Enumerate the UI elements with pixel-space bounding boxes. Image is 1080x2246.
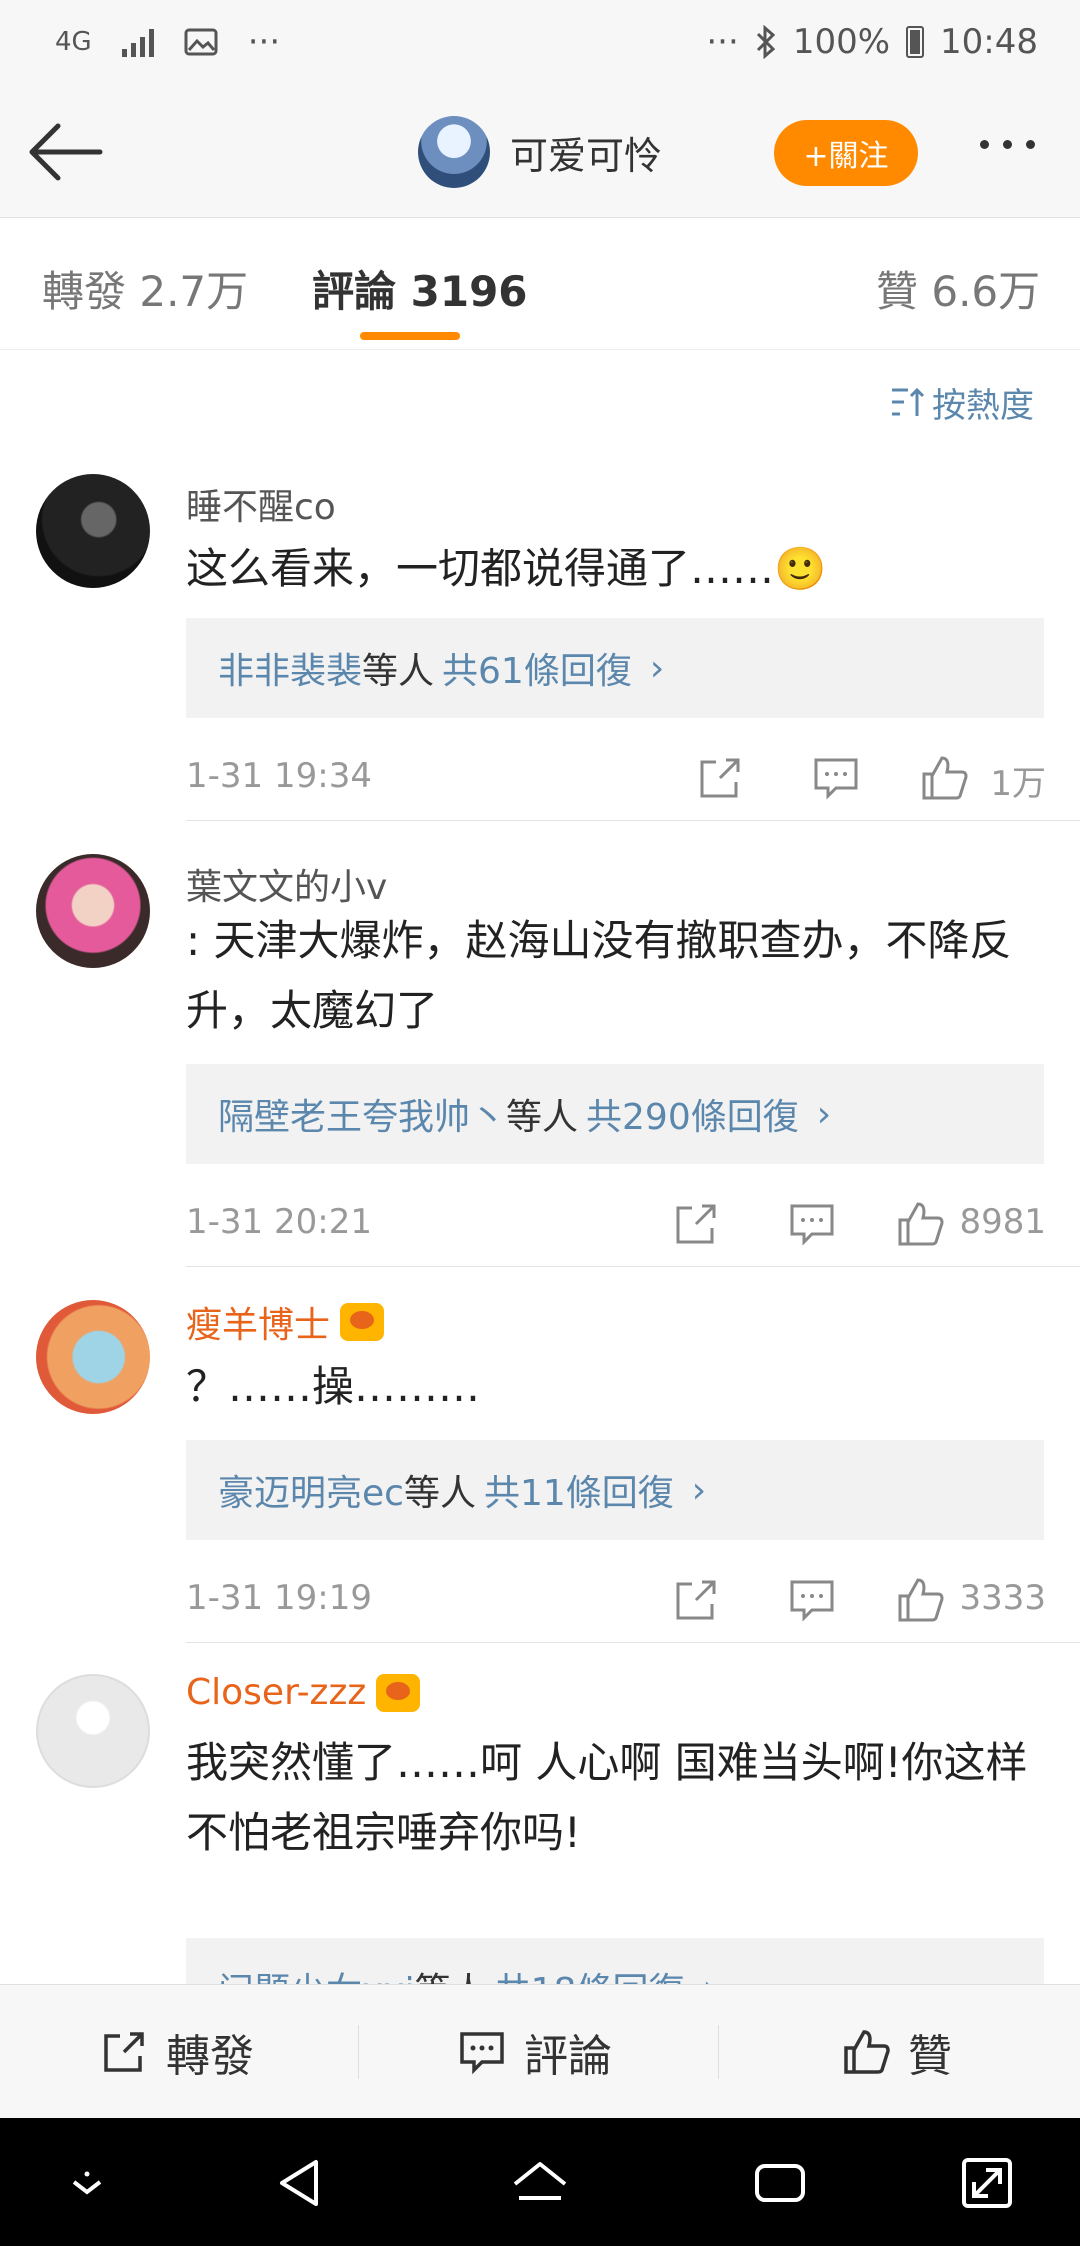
battery-icon [906, 26, 925, 58]
gallery-icon [184, 28, 218, 56]
comment-meta: 1-31 19:34 1万 [186, 748, 1046, 808]
like-icon[interactable] [894, 1198, 946, 1250]
divider [186, 1642, 1080, 1643]
active-tab-indicator [360, 332, 460, 340]
chevron-right-icon: › [816, 1093, 832, 1135]
vip-crown-icon [376, 1673, 421, 1712]
comment-username[interactable]: 瘦羊博士 [186, 1296, 385, 1348]
page-title: 可爱可怜 [510, 133, 663, 178]
clock: 10:48 [940, 22, 1038, 62]
back-arrow-icon[interactable] [28, 120, 104, 184]
avatar[interactable] [36, 854, 150, 968]
avatar[interactable] [36, 474, 150, 588]
comment-button[interactable]: 評論 [456, 1985, 612, 2119]
sort-button[interactable]: 按熱度 [890, 378, 1034, 427]
share-icon[interactable] [670, 1574, 722, 1626]
notification-overflow-right: ··· [706, 22, 739, 62]
comment-icon[interactable] [810, 752, 862, 804]
back-triangle-icon[interactable] [266, 2148, 336, 2218]
comment-username[interactable]: 睡不醒co [186, 478, 336, 530]
more-options-icon[interactable] [980, 140, 1035, 149]
comment-text: 这么看来，一切都说得通了……🙂 [186, 544, 827, 593]
tab-comments[interactable]: 評論 3196 [312, 258, 528, 319]
vip-crown-icon [340, 1303, 385, 1341]
share-icon[interactable] [694, 752, 746, 804]
nav-bar: 可爱可怜 +關注 [0, 90, 1080, 218]
profile-header[interactable]: 可爱可怜 [418, 116, 662, 188]
avatar[interactable] [36, 1674, 150, 1788]
share-icon[interactable] [670, 1198, 722, 1250]
sort-label: 按熱度 [932, 386, 1034, 426]
chevron-right-icon: › [691, 1469, 707, 1511]
replies-preview[interactable]: 隔壁老王夸我帅丶 等人 共290條回復 › [186, 1064, 1044, 1164]
like-count: 1万 [990, 764, 1046, 804]
replies-preview[interactable]: 豪迈明亮ec 等人 共11條回復 › [186, 1440, 1044, 1540]
tab-likes[interactable]: 贊 6.6万 [876, 258, 1040, 319]
tab-bar: 轉發 2.7万 評論 3196 贊 6.6万 [0, 218, 1080, 350]
replies-preview[interactable]: 非非裴裴 等人 共61條回復 › [186, 618, 1044, 718]
recent-apps-icon[interactable] [745, 2148, 815, 2218]
notification-overflow: ··· [247, 22, 281, 62]
comment-time: 1-31 19:34 [186, 756, 372, 796]
comment-meta: 1-31 20:21 8981 [186, 1194, 1046, 1254]
divider [186, 820, 1080, 821]
status-bar: 4G ··· ··· 100% 10:48 [0, 0, 1080, 90]
tab-reposts[interactable]: 轉發 2.7万 [42, 258, 248, 319]
comment-username[interactable]: Closer-zzz [186, 1672, 421, 1713]
divider [186, 1266, 1080, 1267]
like-button[interactable]: 贊 [840, 1985, 952, 2119]
avatar[interactable] [36, 1300, 150, 1414]
repost-button[interactable]: 轉發 [98, 1985, 254, 2119]
bluetooth-icon [756, 25, 776, 59]
follow-button[interactable]: +關注 [774, 120, 918, 186]
signal-icon [121, 27, 154, 57]
divider [718, 2025, 719, 2079]
comment-meta: 1-31 19:19 3333 [186, 1570, 1046, 1630]
system-nav-bar [0, 2118, 1080, 2246]
like-icon[interactable] [918, 752, 970, 804]
comment-username[interactable]: 葉文文的小v [186, 858, 387, 910]
expand-icon[interactable] [952, 2148, 1022, 2218]
chevron-right-icon: › [649, 647, 665, 689]
repost-icon [104, 2032, 144, 2072]
avatar[interactable] [418, 116, 490, 188]
battery-percent: 100% [792, 22, 891, 62]
like-icon[interactable] [894, 1574, 946, 1626]
bottom-toolbar: 轉發 評論 贊 [0, 1984, 1080, 2118]
like-icon [844, 2030, 890, 2074]
comment-text: ？……操……… [186, 1362, 481, 1411]
comment-time: 1-31 19:19 [186, 1578, 372, 1618]
like-count: 3333 [959, 1578, 1046, 1618]
comment-icon[interactable] [786, 1574, 838, 1626]
comment-text: : 天津大爆炸，赵海山没有撤职查办，不降反升，太魔幻了 [186, 916, 1012, 1035]
home-icon[interactable] [505, 2148, 575, 2218]
chevron-down-icon[interactable] [52, 2148, 122, 2218]
like-count: 8981 [959, 1202, 1046, 1242]
sort-icon [892, 387, 925, 416]
divider [358, 2025, 359, 2079]
comment-text: 我突然懂了……呵 人心啊 国难当头啊!你这样不怕老祖宗唾弃你吗! [186, 1738, 1028, 1857]
comment-time: 1-31 20:21 [186, 1202, 372, 1242]
network-indicator: 4G [55, 27, 92, 57]
comment-icon [460, 2032, 504, 2075]
comment-icon[interactable] [786, 1198, 838, 1250]
